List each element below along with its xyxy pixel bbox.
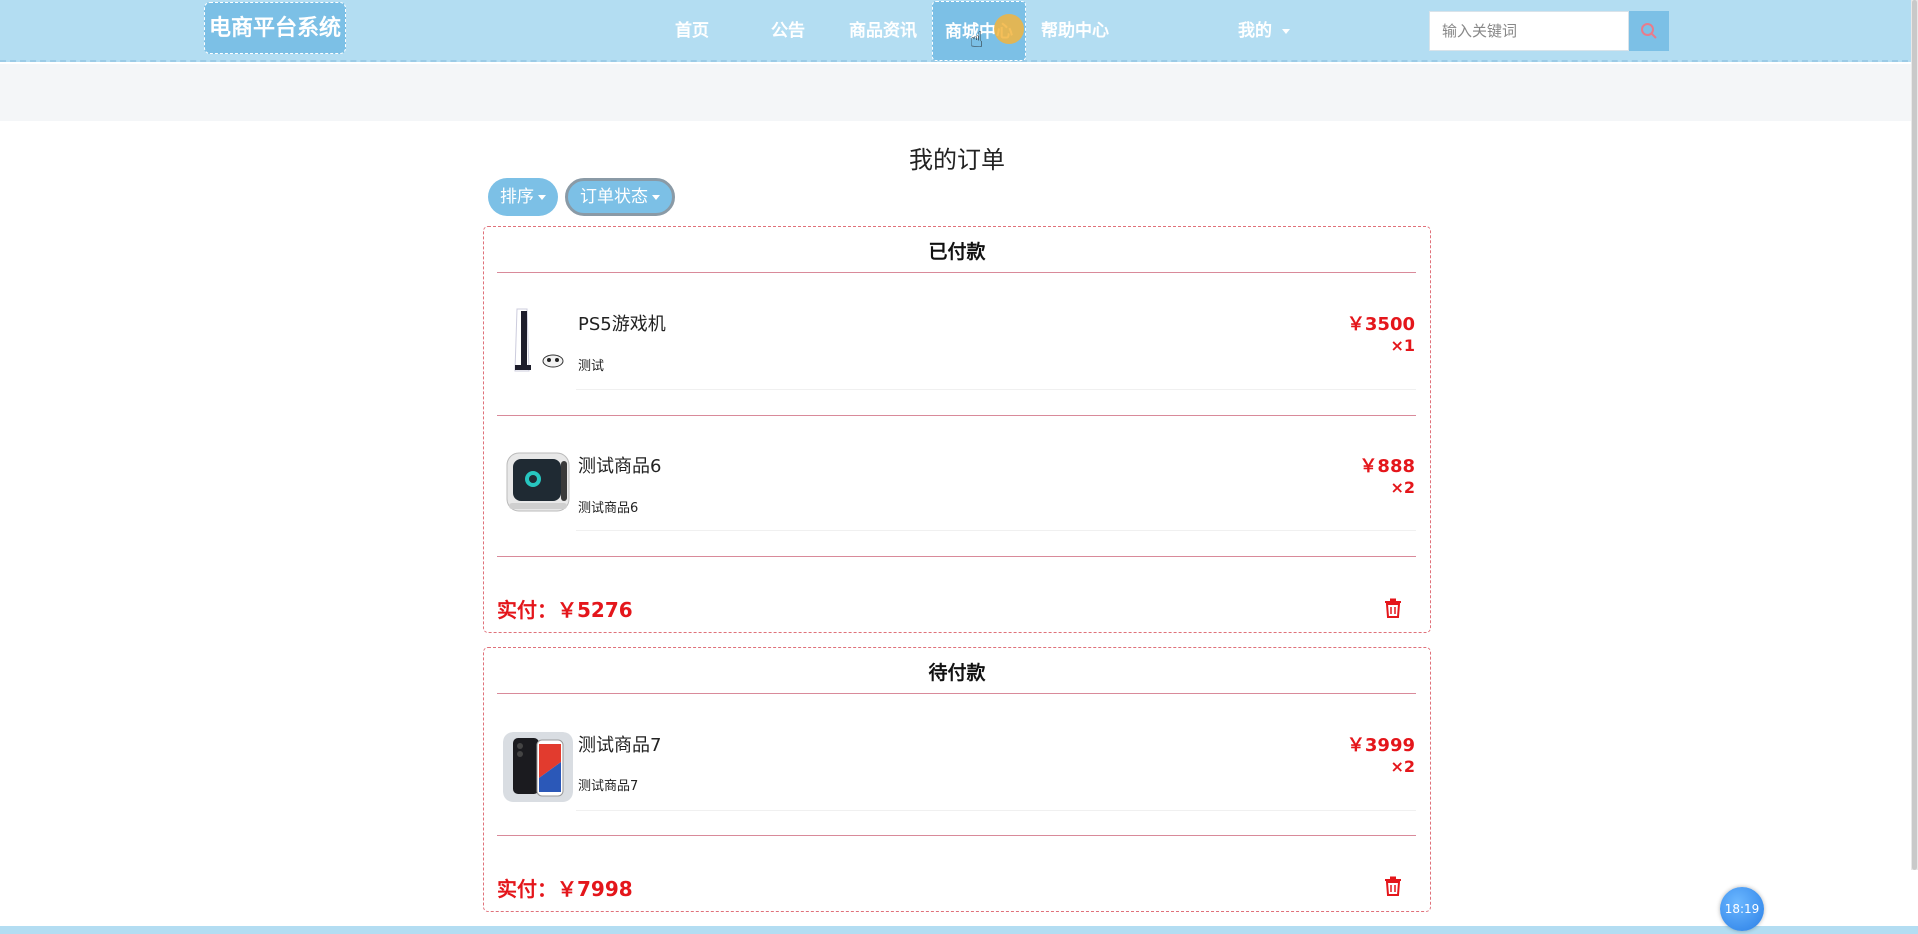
ps5-console-image[interactable] bbox=[503, 305, 573, 375]
order-status: 待付款 bbox=[928, 662, 986, 684]
item-name[interactable]: 测试商品7 bbox=[578, 731, 661, 757]
divider bbox=[497, 272, 1416, 273]
item-quantity: ×1 bbox=[1390, 336, 1415, 355]
divider bbox=[497, 693, 1416, 694]
order-total: 实付：￥5276 bbox=[497, 598, 633, 622]
item-quantity: ×2 bbox=[1390, 757, 1415, 776]
nav-my-dropdown[interactable]: 我的 bbox=[1230, 0, 1298, 62]
hand-cursor-icon: ☝ bbox=[970, 28, 984, 53]
nav-home[interactable]: 首页 bbox=[670, 0, 714, 62]
footer-strip bbox=[0, 926, 1918, 934]
order-card: 待付款 测试商品7 测试商品7 ￥3999 ×2 实付：￥7998 bbox=[483, 647, 1431, 912]
item-divider bbox=[576, 530, 1416, 531]
nav-announcement[interactable]: 公告 bbox=[768, 0, 808, 62]
item-name[interactable]: PS5游戏机 bbox=[578, 310, 666, 336]
search-button[interactable] bbox=[1629, 11, 1669, 51]
search-icon bbox=[1641, 23, 1657, 39]
order-total: 实付：￥7998 bbox=[497, 877, 633, 901]
item-price: ￥3500 bbox=[1346, 314, 1415, 335]
top-navbar: 电商平台系统 首页 公告 商品资讯 商城中心 帮助中心 我的 bbox=[0, 0, 1918, 62]
chevron-down-icon bbox=[1282, 28, 1290, 34]
nav-my-label: 我的 bbox=[1238, 21, 1272, 41]
item-divider bbox=[576, 389, 1416, 390]
divider bbox=[497, 556, 1416, 557]
item-quantity: ×2 bbox=[1390, 478, 1415, 497]
order-status-label: 订单状态 bbox=[580, 187, 648, 206]
item-description: 测试商品6 bbox=[578, 501, 639, 516]
divider bbox=[497, 835, 1416, 836]
sort-dropdown[interactable]: 排序 bbox=[488, 178, 558, 216]
trash-icon[interactable] bbox=[1384, 598, 1402, 618]
nav-product-news[interactable]: 商品资讯 bbox=[846, 0, 920, 62]
item-divider bbox=[576, 810, 1416, 811]
chevron-down-icon bbox=[652, 195, 660, 201]
trash-icon[interactable] bbox=[1384, 876, 1402, 896]
cursor-highlight bbox=[994, 14, 1024, 44]
item-description: 测试商品7 bbox=[578, 779, 639, 794]
page-title: 我的订单 bbox=[909, 146, 1005, 174]
item-name[interactable]: 测试商品6 bbox=[578, 452, 661, 478]
brand-logo[interactable]: 电商平台系统 bbox=[204, 2, 347, 54]
search-input[interactable] bbox=[1429, 11, 1629, 51]
item-price: ￥888 bbox=[1359, 456, 1415, 477]
chevron-down-icon bbox=[538, 195, 546, 201]
divider bbox=[497, 415, 1416, 416]
header-band bbox=[0, 64, 1918, 121]
clock-widget[interactable]: 18:19 bbox=[1720, 887, 1764, 931]
nav-help-center[interactable]: 帮助中心 bbox=[1038, 0, 1112, 62]
gaming-pc-image[interactable] bbox=[503, 447, 573, 517]
smartphone-image[interactable] bbox=[503, 732, 573, 802]
order-card: 已付款 PS5游戏机 测试 ￥3500 ×1 测试商品6 测试商品6 ￥888 bbox=[483, 226, 1431, 633]
scrollbar-thumb[interactable] bbox=[1912, 0, 1917, 870]
item-price: ￥3999 bbox=[1346, 735, 1415, 756]
order-status: 已付款 bbox=[928, 241, 986, 263]
order-status-dropdown[interactable]: 订单状态 bbox=[565, 178, 675, 216]
sort-label: 排序 bbox=[500, 187, 534, 206]
item-description: 测试 bbox=[578, 359, 605, 374]
